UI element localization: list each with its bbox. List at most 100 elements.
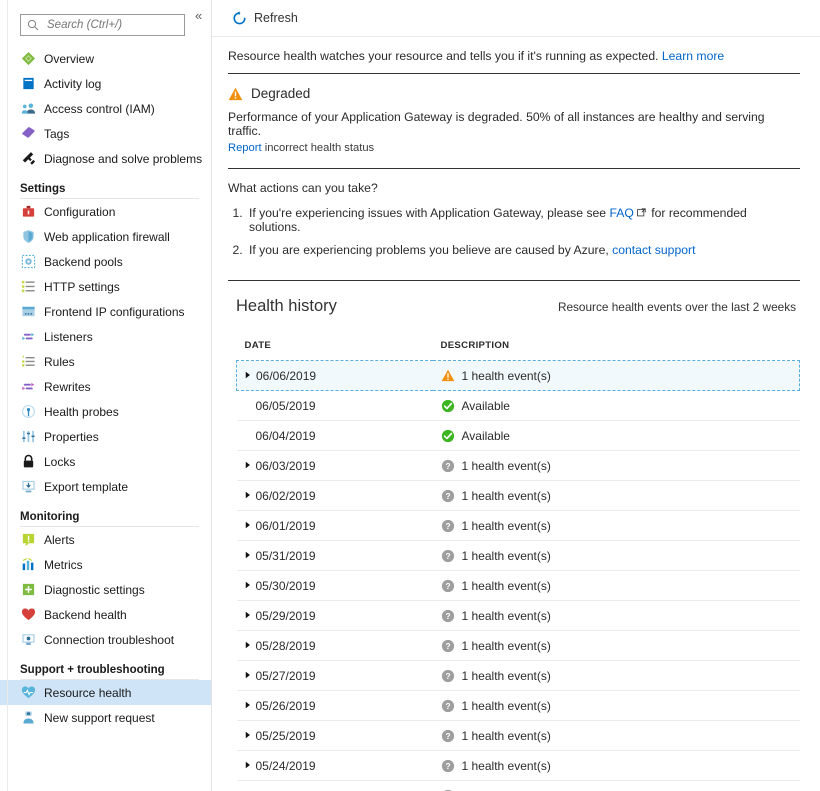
sidebar-item-tags[interactable]: Tags [0,121,211,146]
expand-caret-icon[interactable] [245,491,256,501]
cell-date[interactable]: 06/01/2019 [237,511,433,541]
expand-caret-icon[interactable] [245,551,256,561]
actions-block: What actions can you take? If you're exp… [228,169,800,280]
sidebar-item-label: Rules [44,355,75,369]
sidebar-item-activity-log[interactable]: Activity log [0,71,211,96]
report-link[interactable]: Report [228,142,262,154]
sidebar-item-rewrites[interactable]: Rewrites [0,374,211,399]
refresh-button[interactable]: Refresh [228,9,302,28]
resource-health-page: « OverviewActivity logAccess control (IA… [0,0,820,791]
table-row[interactable]: 05/25/2019 ?1 health event(s) [237,721,800,751]
sidebar-item-diagnose-and-solve-problems[interactable]: Diagnose and solve problems [0,146,211,171]
learn-more-link[interactable]: Learn more [662,49,724,63]
cell-date[interactable]: 06/05/2019 [237,391,433,421]
expand-caret-icon[interactable] [245,641,256,651]
http-settings-icon [20,279,36,295]
expand-caret-icon[interactable] [245,521,256,531]
action-item: If you're experiencing issues with Appli… [246,206,800,234]
sidebar-item-frontend-ip-configurations[interactable]: Frontend IP configurations [0,299,211,324]
expand-caret-icon[interactable] [245,581,256,591]
sidebar-item-backend-health[interactable]: Backend health [0,602,211,627]
table-row[interactable]: 06/03/2019?1 health event(s) [237,451,800,481]
expand-caret-icon[interactable] [245,731,256,741]
table-row[interactable]: 05/23/2019?1 health event(s) [237,781,800,791]
export-template-icon [20,479,36,495]
table-row[interactable]: 05/24/2019?1 health event(s) [237,751,800,781]
column-header-date[interactable]: DATE [237,340,433,361]
sidebar-item-diagnostic-settings[interactable]: Diagnostic settings [0,577,211,602]
sidebar-item-health-probes[interactable]: Health probes [0,399,211,424]
table-row[interactable]: 06/02/2019?1 health event(s) [237,481,800,511]
table-row[interactable]: 05/27/2019 ?1 health event(s) [237,661,800,691]
sidebar-item-access-control-iam[interactable]: Access control (IAM) [0,96,211,121]
table-row[interactable]: 06/01/2019?1 health event(s) [237,511,800,541]
cell-date[interactable]: 05/25/2019 [237,721,433,751]
expand-caret-icon[interactable] [245,371,256,381]
date-label: 05/27/2019 [256,669,316,683]
expand-caret-icon[interactable] [245,671,256,681]
date-label: 06/01/2019 [256,519,316,533]
cell-date[interactable]: 05/28/2019 [237,631,433,661]
sidebar-item-new-support-request[interactable]: New support request [0,705,211,730]
cell-date[interactable]: 05/30/2019 [237,571,433,601]
cell-date[interactable]: 06/06/2019 [237,361,433,391]
description-label: 1 health event(s) [462,579,551,593]
svg-text:?: ? [445,731,450,741]
sidebar-item-resource-health[interactable]: Resource health [0,680,211,705]
sidebar-item-label: Frontend IP configurations [44,305,185,319]
expand-caret-icon[interactable] [245,761,256,771]
sidebar-item-backend-pools[interactable]: Backend pools [0,249,211,274]
cell-date[interactable]: 05/27/2019 [237,661,433,691]
table-row[interactable]: 05/30/2019?1 health event(s) [237,571,800,601]
sidebar-item-rules[interactable]: Rules [0,349,211,374]
sidebar-item-overview[interactable]: Overview [0,46,211,71]
cell-date[interactable]: 05/26/2019 [237,691,433,721]
resource-health-icon [20,685,36,701]
search-box[interactable] [20,14,185,36]
available-icon [441,429,455,443]
svg-text:?: ? [445,611,450,621]
expand-caret-icon[interactable] [245,701,256,711]
cell-date[interactable]: 06/02/2019 [237,481,433,511]
backend-pools-icon [20,254,36,270]
cell-description: ?1 health event(s) [433,721,800,751]
cell-date[interactable]: 05/24/2019 [237,751,433,781]
cell-date[interactable]: 05/23/2019 [237,781,433,791]
sidebar-item-connection-troubleshoot[interactable]: Connection troubleshoot [0,627,211,652]
sidebar-item-http-settings[interactable]: HTTP settings [0,274,211,299]
date-label: 05/29/2019 [256,609,316,623]
unknown-icon: ? [441,549,455,563]
sidebar-item-alerts[interactable]: Alerts [0,527,211,552]
svg-text:?: ? [445,491,450,501]
sidebar-item-properties[interactable]: Properties [0,424,211,449]
table-row[interactable]: 05/29/2019?1 health event(s) [237,601,800,631]
cell-date[interactable]: 06/03/2019 [237,451,433,481]
faq-link[interactable]: FAQ [609,206,633,220]
rewrites-icon [20,379,36,395]
table-row[interactable]: 06/06/20191 health event(s) [237,361,800,391]
table-row[interactable]: 05/31/2019?1 health event(s) [237,541,800,571]
new-support-request-icon [20,710,36,726]
cell-date[interactable]: 05/29/2019 [237,601,433,631]
search-input[interactable] [45,18,178,32]
cell-description: ?1 health event(s) [433,661,800,691]
sidebar-item-locks[interactable]: Locks [0,449,211,474]
collapse-sidebar-button[interactable]: « [189,8,205,24]
contact-support-link[interactable]: contact support [612,243,695,257]
expand-caret-icon[interactable] [245,611,256,621]
sidebar-item-metrics[interactable]: Metrics [0,552,211,577]
table-row[interactable]: 05/26/2019?1 health event(s) [237,691,800,721]
sidebar-item-configuration[interactable]: Configuration [0,199,211,224]
cell-description: ?1 health event(s) [433,541,800,571]
sidebar-item-web-application-firewall[interactable]: Web application firewall [0,224,211,249]
date-label: 05/25/2019 [256,729,316,743]
expand-caret-icon[interactable] [245,461,256,471]
cell-date[interactable]: 05/31/2019 [237,541,433,571]
table-row[interactable]: 06/05/2019Available [237,391,800,421]
sidebar-item-listeners[interactable]: Listeners [0,324,211,349]
cell-date[interactable]: 06/04/2019 [237,421,433,451]
column-header-description[interactable]: DESCRIPTION [433,340,800,361]
table-row[interactable]: 05/28/2019?1 health event(s) [237,631,800,661]
sidebar-item-export-template[interactable]: Export template [0,474,211,499]
table-row[interactable]: 06/04/2019Available [237,421,800,451]
